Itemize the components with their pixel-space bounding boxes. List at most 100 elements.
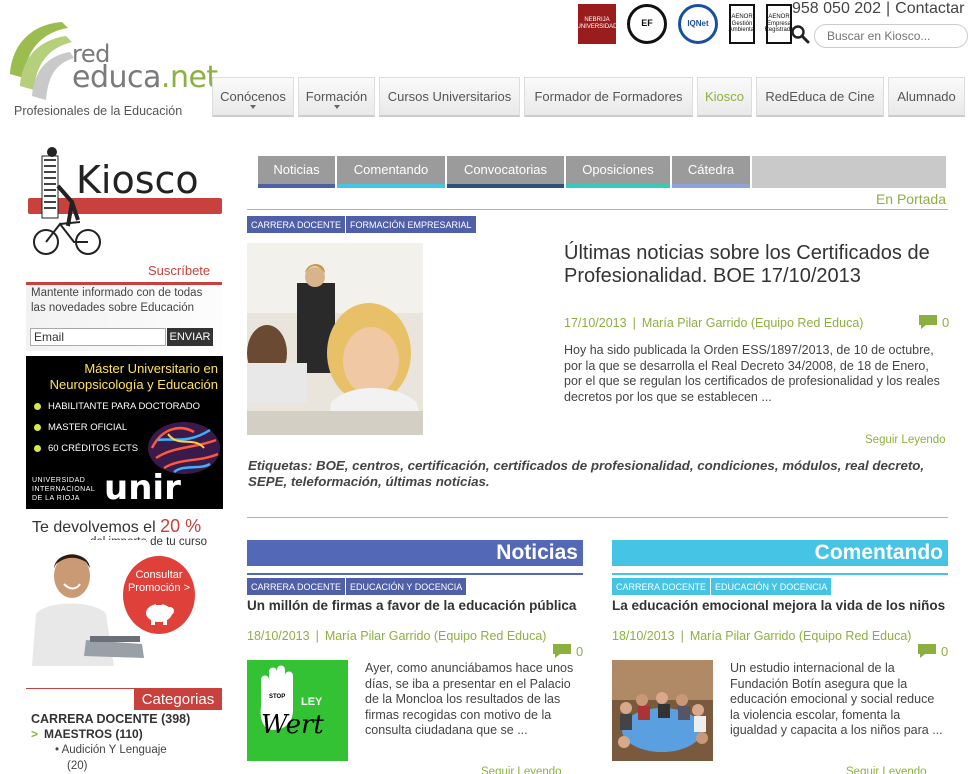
unir-logo: unir [104, 468, 181, 508]
featured-divider [247, 517, 948, 518]
chevron-down-icon [250, 105, 256, 109]
search-icon[interactable] [790, 24, 810, 44]
comentando-article-title[interactable]: La educación emocional mejora la vida de… [612, 598, 947, 613]
tab-noticias[interactable]: Noticias [258, 156, 335, 188]
tabs-filler [752, 156, 946, 188]
main-nav: Conócenos Formación Cursos Universitario… [212, 77, 965, 117]
children-circle-image [612, 660, 713, 761]
featured-comments[interactable]: 0 [918, 314, 949, 330]
comentando-article-meta: 18/10/2013 | María Pilar Garrido (Equipo R… [612, 629, 912, 643]
nav-rededuca-de-cine[interactable]: RedEduca de Cine [756, 77, 884, 117]
comment-icon [918, 644, 936, 658]
noticias-article-comments[interactable]: 0 [552, 643, 583, 659]
phone-number: 958 050 202 [792, 0, 881, 17]
category-maestros[interactable]: > MAESTROS (110) [31, 727, 143, 741]
category-audicion-y-lenguaje[interactable]: • Audición Y Lenguaje (20) [55, 742, 167, 774]
certification-badges: NEBRIJA UNIVERSIDAD EF IQNet AENOR Gesti… [577, 2, 794, 46]
noticias-article-meta: 18/10/2013 | María Pilar Garrido (Equipo R… [247, 629, 547, 643]
nebrija-badge[interactable]: NEBRIJA UNIVERSIDAD [577, 4, 618, 44]
subscribe-title: Suscríbete [148, 263, 211, 278]
noticias-divider [247, 573, 583, 575]
noticias-article-title[interactable]: Un millón de firmas a favor de la educac… [247, 598, 582, 613]
noticias-article-image[interactable]: STOP LEY Wert [247, 660, 348, 761]
category-carrera-docente[interactable]: CARRERA DOCENTE (398) [31, 712, 190, 726]
noticias-article-date: 18/10/2013 [247, 629, 310, 643]
comentando-read-more[interactable]: Seguir Leyendo [846, 766, 927, 774]
comentando-article-excerpt: Un estudio internacional de la Fundación… [730, 661, 943, 737]
comentando-tags: CARRERA DOCENTE EDUCACIÓN Y DOCENCIA [612, 578, 832, 595]
logo-swoosh-icon [10, 22, 74, 100]
nav-conocenos[interactable]: Conócenos [212, 77, 294, 117]
comentando-section-heading[interactable]: Comentando [612, 540, 948, 566]
unir-university-name: UNIVERSIDAD INTERNACIONAL DE LA RIOJA [32, 477, 96, 502]
tag-carrera-docente[interactable]: CARRERA DOCENTE [247, 216, 346, 233]
featured-read-more[interactable]: Seguir Leyendo [865, 434, 946, 446]
tag-educacion-y-docencia[interactable]: EDUCACIÓN Y DOCENCIA [711, 578, 832, 595]
nav-cursos-universitarios[interactable]: Cursos Universitarios [379, 77, 520, 117]
featured-tag-list: Etiquetas: BOE, centros, certificación, … [248, 458, 925, 489]
featured-date: 17/10/2013 [564, 316, 627, 330]
nav-formador-de-formadores[interactable]: Formador de Formadores [524, 77, 693, 117]
unir-ad-banner[interactable]: Máster Universitario en Neuropsicología … [26, 356, 223, 509]
featured-title[interactable]: Últimas noticias sobre los Certificados … [564, 242, 944, 288]
tag-carrera-docente[interactable]: CARRERA DOCENTE [612, 578, 711, 595]
noticias-section-heading[interactable]: Noticias [247, 540, 583, 566]
tab-catedra[interactable]: Cátedra [672, 156, 750, 188]
unir-ad-line1: Máster Universitario en [84, 361, 218, 376]
comment-icon [919, 315, 937, 329]
ley-label: LEY [301, 696, 323, 708]
promo-ad-banner[interactable]: Te devolvemos el 20 % del importe de tu … [26, 514, 223, 666]
comentando-article-image[interactable] [612, 660, 713, 761]
iqnet-badge[interactable]: IQNet [678, 4, 718, 44]
kiosco-title: Kiosco [76, 158, 199, 202]
tab-comentando[interactable]: Comentando [337, 156, 445, 188]
tag-carrera-docente[interactable]: CARRERA DOCENTE [247, 578, 346, 595]
ef-badge[interactable]: EF [627, 4, 667, 44]
noticias-read-more[interactable]: Seguir Leyendo [481, 766, 562, 774]
logo-text-educa: educa.net [72, 60, 218, 95]
kiosco-logo: Kiosco [28, 146, 224, 256]
contact-link[interactable]: Contactar [895, 0, 964, 17]
aenor-registrada-badge[interactable]: AENOR Empresa Registrada [765, 4, 794, 44]
en-portada-label: En Portada [875, 191, 946, 207]
nav-kiosco[interactable]: Kiosco [697, 77, 752, 117]
students-classroom-image [247, 243, 423, 435]
categories-title: Categorias [134, 688, 222, 710]
nav-alumnado[interactable]: Alumnado [888, 77, 965, 117]
list-item: HABILITANTE PARA DOCTORADO [34, 401, 200, 412]
featured-author[interactable]: María Pilar Garrido (Equipo Red Educa) [642, 316, 864, 330]
chevron-right-icon: > [31, 727, 39, 741]
comentando-article-comments[interactable]: 0 [917, 643, 948, 659]
consultar-promocion-button[interactable]: Consultar Promoción > [123, 556, 195, 634]
comentando-divider [612, 573, 948, 575]
wert-label: Wert [261, 710, 324, 740]
unir-ad-line2: Neuropsicología y Educación [49, 377, 218, 392]
categories-divider [26, 688, 134, 689]
noticias-article-excerpt: Ayer, como anunciábamos hace unos días, … [365, 661, 574, 737]
nav-formacion[interactable]: Formación [298, 77, 375, 117]
tag-formacion-empresarial[interactable]: FORMACIÓN EMPRESARIAL [346, 216, 476, 233]
site-logo[interactable]: red educa.net Profesionales de la Educac… [2, 14, 218, 124]
featured-meta: 17/10/2013 | María Pilar Garrido (Equipo R… [564, 316, 864, 330]
noticias-tags: CARRERA DOCENTE EDUCACIÓN Y DOCENCIA [247, 578, 467, 595]
logo-tagline: Profesionales de la Educación [14, 104, 183, 118]
chevron-down-icon [333, 105, 340, 109]
comentando-article-author[interactable]: María Pilar Garrido (Equipo Red Educa) [690, 629, 912, 643]
featured-image[interactable] [247, 243, 423, 435]
aenor-ambiental-badge[interactable]: AENOR Gestión Ambiental [729, 4, 755, 44]
subscribe-text: Mantente informado con de todas las nove… [31, 287, 203, 314]
email-field[interactable] [30, 328, 166, 346]
featured-excerpt: Hoy ha sido publicada la Orden ESS/1897/… [564, 343, 940, 404]
send-button[interactable]: ENVIAR [167, 328, 213, 346]
tag-educacion-y-docencia[interactable]: EDUCACIÓN Y DOCENCIA [346, 578, 467, 595]
comment-icon [553, 644, 571, 658]
header-contact: 958 050 202 | Contactar [792, 0, 965, 17]
noticias-article-author[interactable]: María Pilar Garrido (Equipo Red Educa) [325, 629, 547, 643]
comentando-article-date: 18/10/2013 [612, 629, 675, 643]
stop-label: STOP [269, 694, 286, 700]
featured-tags: CARRERA DOCENTE FORMACIÓN EMPRESARIAL [247, 216, 477, 233]
promo-headline: Te devolvemos el 20 % [32, 516, 202, 536]
search-input[interactable] [814, 24, 968, 48]
tab-oposiciones[interactable]: Oposiciones [566, 156, 670, 188]
tab-convocatorias[interactable]: Convocatorias [447, 156, 564, 188]
